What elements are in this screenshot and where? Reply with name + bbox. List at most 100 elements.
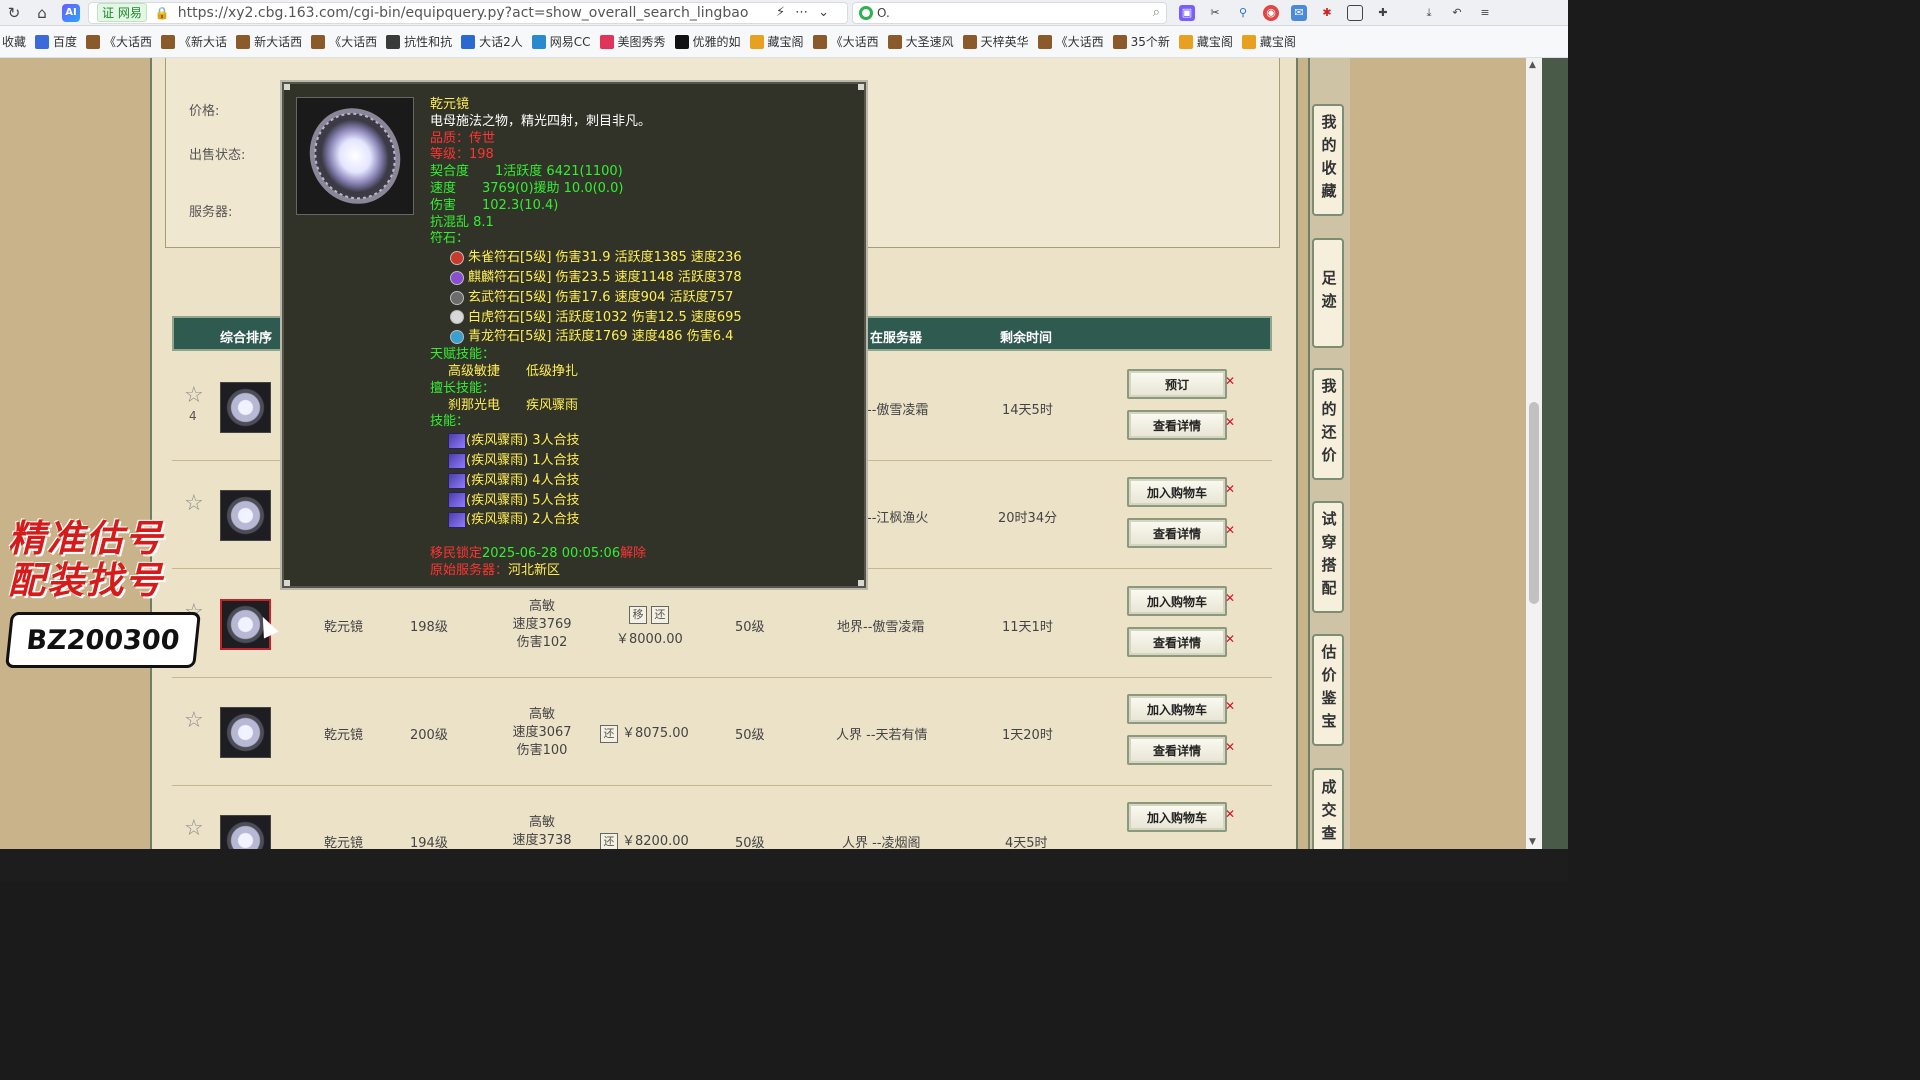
- item-thumbnail[interactable]: [220, 490, 271, 541]
- scissors-icon[interactable]: ✂: [1207, 5, 1223, 21]
- bookmark-item[interactable]: 网易CC: [531, 33, 591, 50]
- sidebar-deals[interactable]: 成交查: [1312, 768, 1344, 849]
- bookmark-item[interactable]: 《大话西: [311, 33, 377, 50]
- favorite-star-icon[interactable]: ☆: [184, 383, 204, 408]
- view-details-button[interactable]: 查看详情: [1127, 735, 1227, 765]
- bookmark-item[interactable]: 《大话西: [1037, 33, 1104, 50]
- view-details-button[interactable]: 查看详情: [1127, 518, 1227, 548]
- sidebar-footprints[interactable]: 足迹: [1312, 238, 1344, 348]
- rune-row: 青龙符石[5级] 活跃度1769 速度486 伤害6.4: [430, 327, 860, 347]
- search-input[interactable]: O. ⌕: [852, 1, 1167, 24]
- sidebar-favorites[interactable]: 我的收藏: [1312, 104, 1344, 216]
- price-label: 价格:: [189, 104, 220, 119]
- add-to-cart-button[interactable]: 加入购物车: [1127, 477, 1227, 507]
- close-icon[interactable]: ✕: [1225, 523, 1235, 537]
- bookmark-item[interactable]: 抗性和抗: [386, 33, 452, 50]
- sidebar-label: 我的收藏: [1319, 114, 1338, 206]
- favorite-star-icon[interactable]: ☆: [184, 816, 204, 841]
- header-server[interactable]: 在服务器: [870, 327, 922, 346]
- close-icon[interactable]: ✕: [1225, 482, 1235, 496]
- row-name[interactable]: 乾元镜: [324, 616, 363, 635]
- skill-icon: [448, 492, 466, 509]
- item-thumbnail[interactable]: [220, 707, 271, 758]
- talent-skill: 低级挣扎: [526, 363, 579, 379]
- scroll-down-icon[interactable]: ▼: [1529, 837, 1536, 847]
- page-scrollbar[interactable]: ▲ ▼: [1526, 58, 1542, 849]
- bookmark-item[interactable]: 《大话西: [812, 33, 879, 50]
- rune-text: 朱雀符石[5级] 伤害31.9 活跃度1385 速度236: [468, 250, 742, 266]
- add-to-cart-button[interactable]: 加入购物车: [1127, 586, 1227, 616]
- close-icon[interactable]: ✕: [1225, 374, 1235, 388]
- item-thumbnail[interactable]: [220, 382, 271, 433]
- address-bar[interactable]: 证 网易 🔒 https://xy2.cbg.163.com/cgi-bin/e…: [88, 1, 848, 24]
- add-to-cart-button[interactable]: 加入购物车: [1127, 694, 1227, 724]
- bookmark-item[interactable]: 大圣速风: [887, 33, 954, 50]
- row-name[interactable]: 乾元镜: [324, 724, 363, 743]
- skill-text: (疾风骤雨) 3人合技: [466, 433, 580, 449]
- view-details-button[interactable]: 查看详情: [1127, 410, 1227, 440]
- download-icon[interactable]: ⤓: [1421, 5, 1437, 21]
- url-text[interactable]: https://xy2.cbg.163.com/cgi-bin/equipque…: [178, 5, 766, 21]
- menu-icon[interactable]: ≡: [1477, 5, 1493, 21]
- magnifier-icon[interactable]: ⚲: [1235, 5, 1251, 21]
- close-icon[interactable]: ✕: [1225, 807, 1235, 821]
- close-icon[interactable]: ✕: [1225, 415, 1235, 429]
- search-icon[interactable]: ⌕: [1153, 5, 1160, 20]
- bookmark-item[interactable]: 《新大话: [161, 33, 227, 50]
- sidebar-appraise[interactable]: 估价鉴宝: [1312, 634, 1344, 746]
- bookmark-item[interactable]: 美图秀秀: [599, 33, 666, 50]
- close-icon[interactable]: ✕: [1225, 591, 1235, 605]
- favorite-star-icon[interactable]: ☆: [184, 708, 204, 733]
- bookmark-item[interactable]: 天梓英华: [962, 33, 1029, 50]
- add-to-cart-button[interactable]: 加入购物车: [1127, 802, 1227, 832]
- bookmark-item[interactable]: 藏宝阁: [1241, 33, 1296, 50]
- bookmark-item[interactable]: 藏宝阁: [1178, 33, 1233, 50]
- window-icon[interactable]: [1347, 4, 1363, 21]
- more-icon[interactable]: ⋯: [795, 5, 808, 20]
- row-server: --傲雪凌霜: [867, 403, 929, 418]
- bookmark-item[interactable]: 优雅的如: [674, 33, 741, 50]
- header-time[interactable]: 剩余时间: [1000, 327, 1052, 346]
- skill-icon: [448, 512, 466, 529]
- bookmark-item[interactable]: 《大话西: [86, 33, 152, 50]
- chevron-down-icon[interactable]: ⌄: [818, 5, 829, 20]
- puzzle-icon[interactable]: ✚: [1375, 5, 1391, 21]
- bookmark-item[interactable]: 35个新: [1112, 33, 1170, 50]
- extension-icon-3[interactable]: ✱: [1319, 5, 1335, 21]
- extension-icon-1[interactable]: ▣: [1179, 4, 1195, 21]
- cert-badge[interactable]: 证 网易: [97, 3, 147, 22]
- extension-icon-2[interactable]: ◉: [1263, 4, 1279, 21]
- close-icon[interactable]: ✕: [1225, 740, 1235, 754]
- scrollbar-thumb[interactable]: [1529, 402, 1539, 604]
- rune-row: 白虎符石[5级] 活跃度1032 伤害12.5 速度695: [430, 308, 860, 328]
- close-icon[interactable]: ✕: [1225, 699, 1235, 713]
- reload-icon[interactable]: ↻: [0, 2, 28, 24]
- tooltip-text: 乾元镜 电母施法之物，精光四射，刺目非凡。 品质：传世 等级：198 契合度 1活…: [430, 97, 860, 580]
- row-time: 4天5时: [1005, 836, 1048, 849]
- bookmark-item[interactable]: 藏宝阁: [749, 33, 804, 50]
- header-rank[interactable]: 综合排序: [220, 327, 272, 346]
- close-icon[interactable]: ✕: [1225, 632, 1235, 646]
- stat-fit-label: 契合度: [430, 164, 470, 180]
- sidebar-try-on[interactable]: 试穿搭配: [1312, 501, 1344, 613]
- lightning-icon[interactable]: ⚡: [776, 5, 785, 20]
- item-thumbnail[interactable]: [220, 815, 271, 849]
- favorite-star-icon[interactable]: ☆: [184, 491, 204, 516]
- bookmark-item[interactable]: 百度: [35, 33, 77, 50]
- row-name[interactable]: 乾元镜: [324, 832, 363, 849]
- rune-text: 麒麟符石[5级] 伤害23.5 速度1148 活跃度378: [468, 269, 742, 285]
- talent-label: 天赋技能：: [430, 347, 496, 363]
- scroll-up-icon[interactable]: ▲: [1529, 60, 1536, 70]
- search-placeholder: O.: [877, 5, 890, 20]
- sidebar-my-bargains[interactable]: 我的还价: [1312, 368, 1344, 480]
- bookmark-item[interactable]: 大话2人: [461, 33, 523, 50]
- view-details-button[interactable]: 查看详情: [1127, 627, 1227, 657]
- ai-icon[interactable]: AI: [62, 3, 80, 22]
- bookmark-item[interactable]: 收藏: [2, 33, 26, 50]
- mail-icon[interactable]: ✉: [1291, 4, 1307, 21]
- undo-icon[interactable]: ↶: [1449, 5, 1465, 21]
- home-icon[interactable]: ⌂: [28, 2, 56, 24]
- item-desc: 电母施法之物，精光四射，刺目非凡。: [430, 113, 652, 129]
- reserve-button[interactable]: 预订: [1127, 369, 1227, 399]
- bookmark-item[interactable]: 新大话西: [236, 33, 302, 50]
